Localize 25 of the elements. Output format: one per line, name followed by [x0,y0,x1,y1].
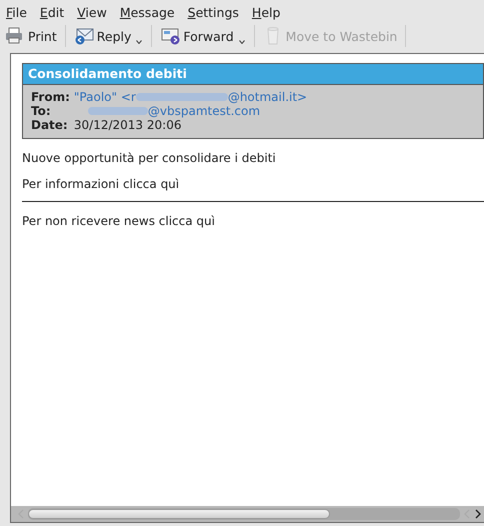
menu-item[interactable]: View [77,4,107,20]
caret-icon[interactable] [238,40,245,44]
body-text: Per informazioni clicca quì [22,177,180,191]
scroll-right-icon[interactable] [474,509,482,519]
menu-item[interactable]: Help [252,4,280,20]
envelope-icon [160,26,180,46]
header-label: From: [31,90,70,104]
menu-item[interactable]: Message [120,4,175,20]
print-button[interactable]: Print [2,24,60,48]
header-label: To: [31,104,52,118]
caret-icon[interactable] [136,40,142,44]
printer-icon [5,26,25,46]
scrollbar-thumb[interactable] [28,509,330,519]
subject-bar: Consolidamento debiti [23,64,483,85]
header-label: Date: [31,118,69,132]
body-text: Per non ricevere news clicca quì [22,214,216,228]
forward-button[interactable]: Forward [157,24,237,48]
body-text: Nuove opportunità per consolidare i debiti [22,151,277,165]
menu-item[interactable]: File [6,4,27,20]
horizontal-scrollbar[interactable] [11,506,484,522]
menu-item[interactable]: Edit [40,4,64,20]
header-value: 30/12/2013 20:06 [74,118,182,132]
envelope-icon [74,26,94,46]
menu-item[interactable]: Settings [188,4,239,20]
reply-button[interactable]: Reply [70,24,134,48]
